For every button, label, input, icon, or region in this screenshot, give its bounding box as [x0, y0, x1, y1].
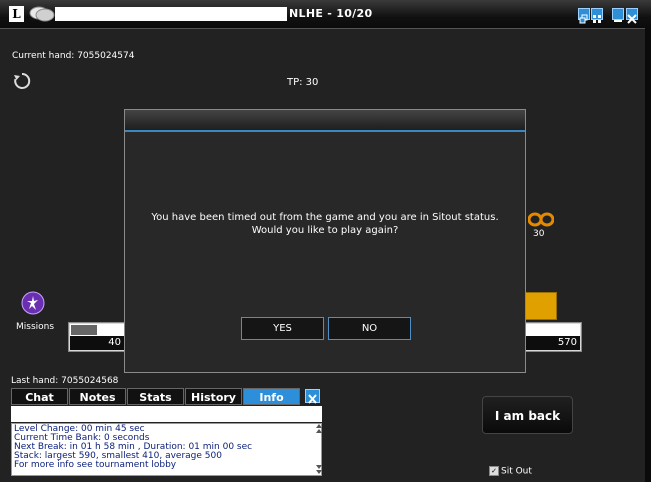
panel-tabs: Chat Notes Stats History Info	[11, 388, 322, 405]
seat-stack: 40	[70, 336, 124, 350]
redacted-title	[55, 7, 287, 21]
no-button[interactable]: NO	[328, 317, 411, 340]
timeout-dialog: You have been timed out from the game an…	[124, 109, 526, 373]
seat-stack: 570	[524, 336, 580, 350]
i-am-back-button[interactable]: I am back	[482, 396, 573, 434]
player-card-back	[523, 292, 557, 320]
app-logo: L	[9, 6, 24, 22]
panel-header-bar	[11, 406, 322, 422]
tab-notes[interactable]: Notes	[69, 388, 126, 405]
close-icon[interactable]	[626, 8, 638, 24]
bet-amount: 30	[533, 229, 545, 239]
checkmark-icon[interactable]: ✓	[489, 466, 499, 476]
seat-player-right[interactable]: 570	[522, 322, 582, 352]
seat-name-bar	[70, 324, 124, 336]
title-bar: L NLHE - 10/20	[0, 0, 651, 29]
current-hand-label: Current hand: 7055024574	[12, 51, 135, 61]
chat-bubbles-icon[interactable]	[29, 4, 55, 24]
sit-out-checkbox[interactable]: ✓ Sit Out	[489, 466, 532, 477]
missions-label: Missions	[16, 322, 55, 332]
last-hand-label: Last hand: 7055024568	[11, 376, 119, 386]
seat-name-bar	[524, 324, 580, 336]
dialog-header	[125, 110, 525, 132]
window-frame-right	[645, 28, 651, 482]
sit-out-label: Sit Out	[501, 466, 532, 477]
info-line: For more info see tournament lobby	[14, 460, 177, 470]
missions-icon[interactable]	[21, 291, 45, 315]
info-panel[interactable]: Level Change: 00 min 45 sec Current Time…	[11, 423, 322, 476]
chips-icon	[528, 212, 554, 227]
scroll-arrows-icon[interactable]	[316, 424, 322, 474]
tab-info[interactable]: Info	[243, 388, 300, 405]
tab-chat[interactable]: Chat	[11, 388, 68, 405]
refresh-icon[interactable]	[12, 71, 32, 91]
yes-button[interactable]: YES	[241, 317, 324, 340]
minimize-icon[interactable]	[612, 8, 624, 22]
grid-icon[interactable]	[591, 8, 603, 23]
total-pot: TP: 30	[287, 77, 319, 88]
dialog-message: You have been timed out from the game an…	[151, 212, 499, 236]
window-title: NLHE - 10/20	[289, 7, 373, 20]
restore-icon[interactable]	[578, 8, 590, 24]
seat-player-left[interactable]: 40	[68, 322, 126, 352]
tab-history[interactable]: History	[185, 388, 242, 405]
tab-stats[interactable]: Stats	[127, 388, 184, 405]
close-panel-icon[interactable]	[305, 389, 320, 404]
